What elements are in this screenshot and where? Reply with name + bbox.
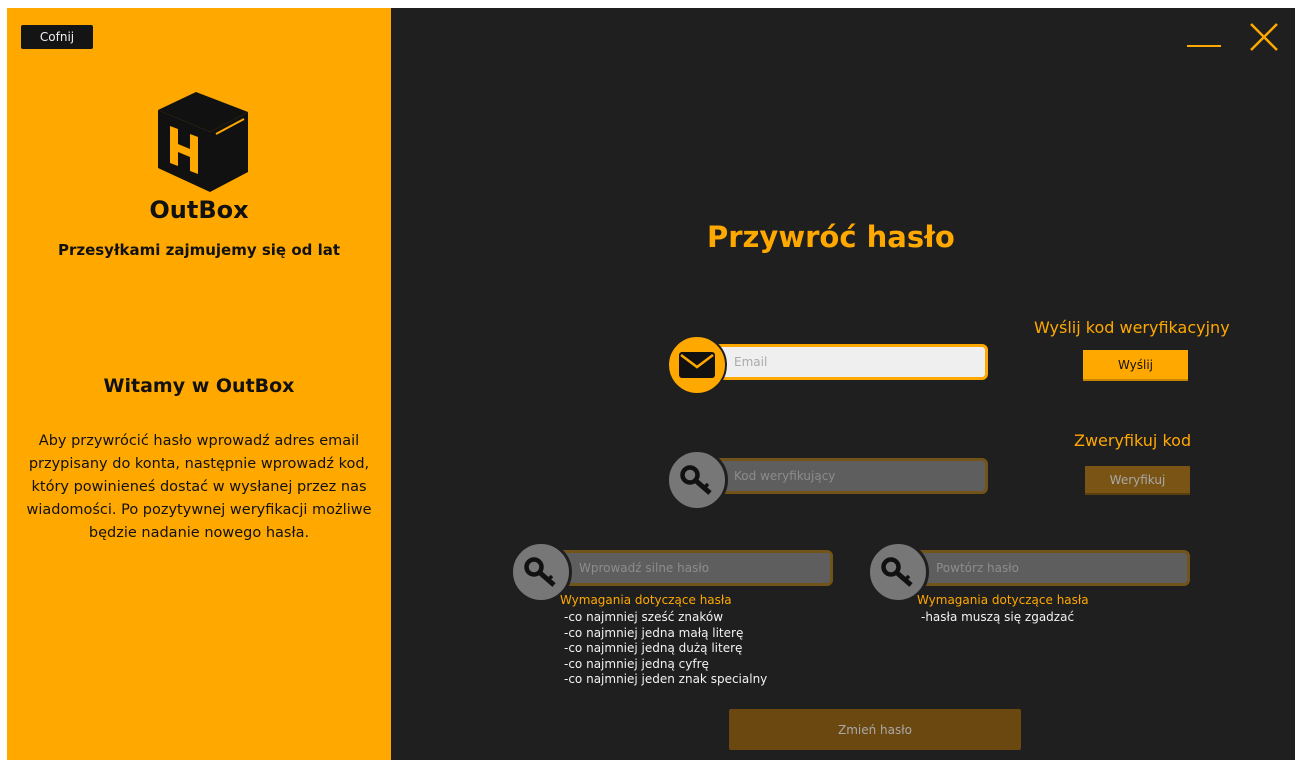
change-password-button[interactable]: Zmień hasło [729,709,1021,750]
back-button[interactable]: Cofnij [21,25,93,49]
brand-name: OutBox [149,196,249,224]
page-title: Przywróć hasło [707,220,955,254]
sidebar: Cofnij OutBox Przesyłkami zajmujemy się … [7,8,391,760]
list-item: -co najmniej jeden znak specialny [564,672,768,686]
tagline: Przesyłkami zajmujemy się od lat [57,241,341,259]
email-input[interactable]: Email [707,344,988,380]
send-code-button[interactable]: Wyślij [1083,350,1188,381]
list-item: -co najmniej jedna małą literę [564,625,744,640]
repeat-password-input[interactable]: Powtórz hasło [909,550,1190,586]
welcome-heading: Witamy w OutBox [103,375,295,397]
key-icon [666,449,728,511]
envelope-icon [667,335,727,395]
list-item: -co najmniej jedną dużą literę [564,641,743,655]
close-icon[interactable] [1248,21,1280,53]
list-item: -co najmniej jedną cyfrę [564,656,709,671]
list-item: -hasła muszą się zgadzać [921,610,1075,624]
repeat-requirements-title: Wymagania dotyczące hasła [917,593,1089,607]
password-requirements-title: Wymagania dotyczące hasła [560,593,732,607]
verification-code-input[interactable]: Kod weryfikujący [707,458,988,494]
password-requirements-list: -co najmniej sześć znaków -co najmniej j… [564,610,767,688]
minimize-button[interactable] [1187,45,1221,47]
repeat-requirements-list: -hasła muszą się zgadzać [921,610,1074,626]
app-window: Cofnij OutBox Przesyłkami zajmujemy się … [7,8,1295,760]
list-item: -co najmniej sześć znaków [564,610,724,624]
outbox-logo [158,92,248,192]
verify-button[interactable]: Weryfikuj [1085,466,1190,495]
description-text: Aby przywrócić hasło wprowadź adres emai… [26,433,372,541]
verify-code-label: Zweryfikuj kod [1074,431,1192,450]
new-password-input[interactable]: Wprowadź silne hasło [552,550,833,586]
send-code-label: Wyślij kod weryfikacyjny [1034,318,1230,337]
